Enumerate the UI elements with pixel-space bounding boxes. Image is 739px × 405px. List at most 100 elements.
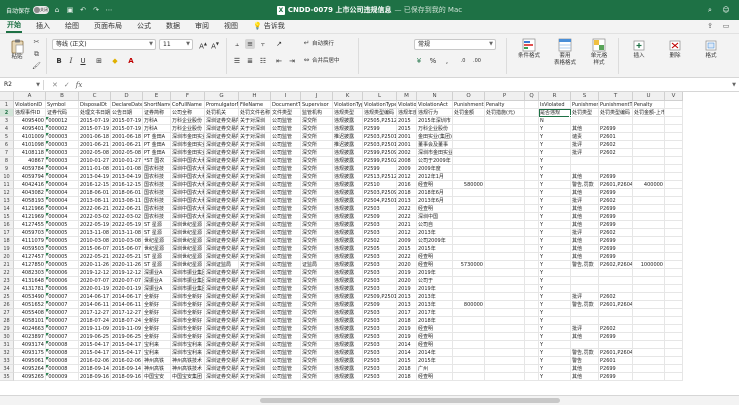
cell-n16[interactable]: 公司自 — [417, 221, 453, 229]
cell-f9[interactable]: 深圳中国农大科技 — [171, 165, 205, 173]
cell-m1[interactable]: ViolationYear — [397, 101, 417, 109]
cell-n26[interactable]: 2013年 — [417, 301, 453, 309]
cell-q25[interactable] — [525, 293, 539, 301]
cell-c17[interactable]: 2013-11-08 — [79, 229, 111, 237]
cell-s15[interactable]: 其他 — [571, 213, 599, 221]
cell-l9[interactable]: P2599 — [363, 165, 397, 173]
cell-p17[interactable] — [485, 229, 525, 237]
cell-f20[interactable]: 深圳世纪星源 — [171, 253, 205, 261]
cell-j13[interactable]: 深交所 — [301, 197, 333, 205]
cell-p24[interactable] — [485, 285, 525, 293]
row-header[interactable]: 20 — [0, 253, 14, 261]
cell-m8[interactable]: 2008 — [397, 157, 417, 165]
cell-s7[interactable]: 批评 — [571, 149, 599, 157]
cell-g7[interactable]: 深圳证券交易所 — [205, 149, 239, 157]
cell-u20[interactable] — [633, 253, 665, 261]
cell-h33[interactable]: 关于对深圳 — [239, 357, 271, 365]
cell-e35[interactable]: 中国宝安 — [143, 373, 171, 381]
column-header-c[interactable]: C — [79, 92, 111, 101]
cell-f7[interactable]: 深圳市金田实业 — [171, 149, 205, 157]
cell-o23[interactable] — [453, 277, 485, 285]
cell-o26[interactable]: 800000 — [453, 301, 485, 309]
cell-t18[interactable]: P2699 — [599, 237, 633, 245]
row-header[interactable]: 16 — [0, 221, 14, 229]
cell-f19[interactable]: 深圳世纪星源 — [171, 245, 205, 253]
cell-o14[interactable] — [453, 205, 485, 213]
cell-n14[interactable]: 经查明 — [417, 205, 453, 213]
cell-c2[interactable]: 处理文书日期 — [79, 109, 111, 117]
delete-cells-button[interactable]: 删除 — [658, 37, 692, 60]
cell-t16[interactable]: P2699 — [599, 221, 633, 229]
cell-j3[interactable]: 深交所 — [301, 117, 333, 125]
cell-k17[interactable]: 违规披露 — [333, 229, 363, 237]
cell-j34[interactable]: 深交所 — [301, 365, 333, 373]
cell-styles-button[interactable]: 单元格 样式 — [584, 37, 614, 67]
cell-c32[interactable]: 2015-04-17 — [79, 349, 111, 357]
cell-f17[interactable]: 深圳世纪星源 — [171, 229, 205, 237]
cell-f11[interactable]: 深圳中国农大科技 — [171, 181, 205, 189]
cell-i4[interactable]: 公司监管 — [271, 125, 301, 133]
cell-l7[interactable]: P2599,P2509 — [363, 149, 397, 157]
cell-f14[interactable]: 深圳中国农大科技 — [171, 205, 205, 213]
cell-d13[interactable]: 2013-08-11 — [111, 197, 143, 205]
cell-s17[interactable]: 批评 — [571, 229, 599, 237]
cell-g28[interactable]: 深圳证券交易所 — [205, 317, 239, 325]
cell-h13[interactable]: 关于对深圳 — [239, 197, 271, 205]
cell-u8[interactable] — [633, 157, 665, 165]
cell-b25[interactable]: '000007 — [46, 293, 79, 301]
cell-o20[interactable] — [453, 253, 485, 261]
cell-l8[interactable]: P2599,P2502,P2509 — [363, 157, 397, 165]
cell-o8[interactable] — [453, 157, 485, 165]
cell-i23[interactable]: 公司监管 — [271, 277, 301, 285]
cell-o2[interactable]: 处罚金额 — [453, 109, 485, 117]
cell-q24[interactable] — [525, 285, 539, 293]
cell-e32[interactable]: 宝利来 — [143, 349, 171, 357]
cell-j28[interactable]: 深交所 — [301, 317, 333, 325]
cell-d29[interactable]: 2019-11-09 — [111, 325, 143, 333]
cell-v18[interactable] — [665, 237, 683, 245]
cell-p26[interactable] — [485, 301, 525, 309]
cell-k2[interactable]: 违规类型 — [333, 109, 363, 117]
cell-v13[interactable] — [665, 197, 683, 205]
cell-q11[interactable] — [525, 181, 539, 189]
cell-q28[interactable] — [525, 317, 539, 325]
row-header[interactable]: 4 — [0, 125, 14, 133]
cell-h12[interactable]: 关于对深圳 — [239, 189, 271, 197]
cell-r31[interactable]: Y — [539, 341, 571, 349]
cell-k11[interactable]: 违规披露 — [333, 181, 363, 189]
cell-o12[interactable] — [453, 189, 485, 197]
cell-g18[interactable]: 深圳证券交易所 — [205, 237, 239, 245]
cell-l27[interactable]: P2503 — [363, 309, 397, 317]
cell-k20[interactable]: 违规披露 — [333, 253, 363, 261]
cell-g4[interactable]: 深圳证券交易所 — [205, 125, 239, 133]
comma-icon[interactable]: , — [442, 56, 452, 66]
autosave-toggle[interactable]: 关闭 — [33, 6, 50, 14]
cell-f13[interactable]: 深圳中国农大科技 — [171, 197, 205, 205]
cell-v26[interactable] — [665, 301, 683, 309]
cell-u6[interactable] — [633, 141, 665, 149]
cell-q21[interactable] — [525, 261, 539, 269]
cell-n6[interactable]: 董事会及董事 — [417, 141, 453, 149]
cell-m26[interactable]: 2013 — [397, 301, 417, 309]
cell-u1[interactable]: Penalty — [633, 101, 665, 109]
cell-j30[interactable]: 深交所 — [301, 333, 333, 341]
cell-r28[interactable]: Y — [539, 317, 571, 325]
tab-formulas[interactable]: 公式 — [136, 22, 152, 33]
cell-o11[interactable]: 580000 — [453, 181, 485, 189]
cell-s26[interactable]: 警告,罚款 — [571, 301, 599, 309]
column-header-k[interactable]: K — [333, 92, 363, 101]
cell-u12[interactable] — [633, 189, 665, 197]
cell-p23[interactable] — [485, 277, 525, 285]
column-header-b[interactable]: B — [46, 92, 79, 101]
cell-n29[interactable]: 经查明 — [417, 325, 453, 333]
cell-v1[interactable] — [665, 101, 683, 109]
horizontal-scrollbar[interactable] — [260, 398, 560, 403]
cell-j21[interactable]: 证监局 — [301, 261, 333, 269]
paste-button[interactable]: 粘贴 — [6, 38, 28, 61]
cell-r19[interactable]: Y — [539, 245, 571, 253]
cell-c25[interactable]: 2014-06-17 — [79, 293, 111, 301]
cell-n10[interactable]: 2012年1月 — [417, 173, 453, 181]
cell-s14[interactable]: 其他 — [571, 205, 599, 213]
cell-g12[interactable]: 深圳证券交易所 — [205, 189, 239, 197]
cell-l12[interactable]: P2503,P2509 — [363, 189, 397, 197]
